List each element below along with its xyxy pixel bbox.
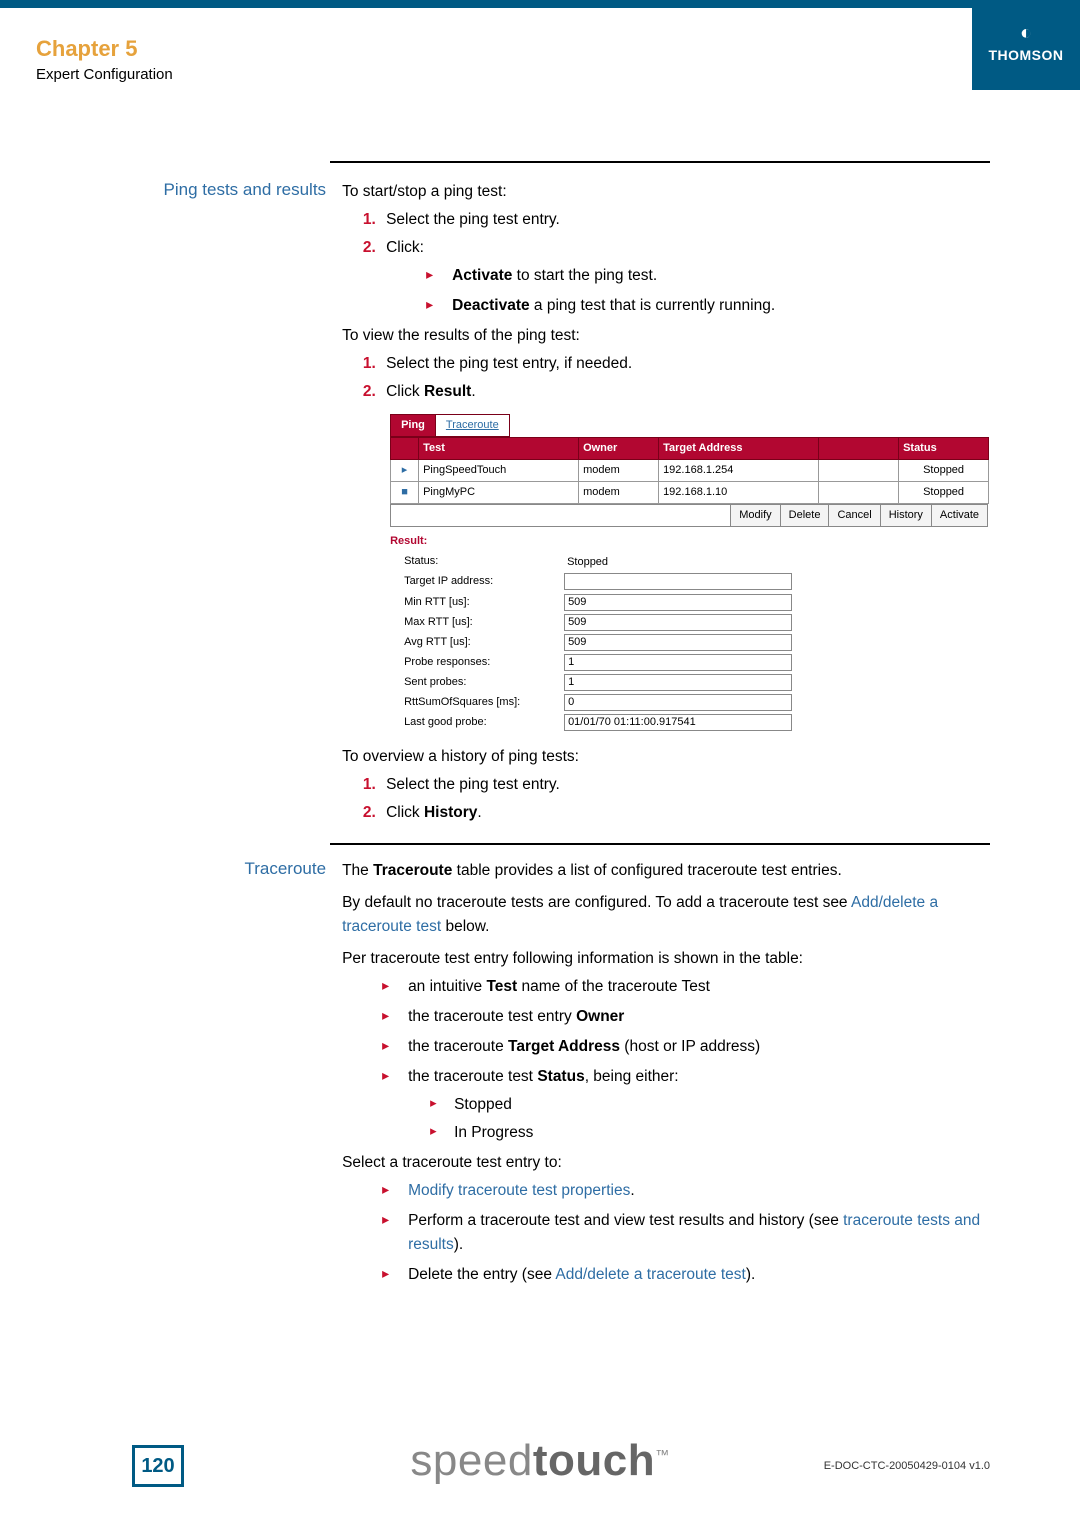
step-select-entry: Select the ping test entry. [380, 208, 990, 232]
input-last-probe[interactable] [564, 714, 792, 731]
action-modify: Modify traceroute test properties. [378, 1179, 990, 1203]
brand-name: THOMSON [972, 47, 1080, 63]
value-status [564, 554, 790, 569]
history-step-2: Click History. [380, 801, 990, 825]
cell-test: PingSpeedTouch [419, 460, 579, 482]
cell-target: 192.168.1.254 [659, 460, 819, 482]
row-select-icon[interactable]: ▸ [391, 460, 419, 482]
trace-para-1: The Traceroute table provides a list of … [342, 859, 990, 883]
col-owner: Owner [579, 438, 659, 460]
input-avg-rtt[interactable] [564, 634, 792, 651]
cell-target: 192.168.1.10 [659, 482, 819, 504]
section-label-traceroute: Traceroute [115, 859, 342, 1293]
cell-test: PingMyPC [419, 482, 579, 504]
link-modify-traceroute[interactable]: Modify traceroute test properties [408, 1182, 630, 1199]
input-rtt-sum[interactable] [564, 694, 792, 711]
label-avg-rtt: Avg RTT [us]: [404, 634, 564, 651]
cell-owner: modem [579, 482, 659, 504]
view-step-2: Click Result. [380, 380, 990, 404]
input-probe-responses[interactable] [564, 654, 792, 671]
cell-owner: modem [579, 460, 659, 482]
col-status: Status [899, 438, 989, 460]
ping-intro: To start/stop a ping test: [342, 180, 990, 204]
label-rtt-sum: RttSumOfSquares [ms]: [404, 694, 564, 711]
label-max-rtt: Max RTT [us]: [404, 614, 564, 631]
input-min-rtt[interactable] [564, 594, 792, 611]
cell-status: Stopped [899, 482, 989, 504]
trace-para-2: By default no traceroute tests are confi… [342, 891, 990, 939]
trace-info-target: the traceroute Target Address (host or I… [378, 1035, 990, 1059]
trace-select-intro: Select a traceroute test entry to: [342, 1151, 990, 1175]
section-divider [330, 843, 990, 845]
chapter-title: Chapter 5 [36, 36, 137, 62]
result-heading: Result: [390, 533, 988, 550]
label-min-rtt: Min RTT [us]: [404, 594, 564, 611]
status-stopped: Stopped [426, 1093, 990, 1117]
label-probe-responses: Probe responses: [404, 654, 564, 671]
history-intro: To overview a history of ping tests: [342, 745, 990, 769]
col-test: Test [419, 438, 579, 460]
action-perform: Perform a traceroute test and view test … [378, 1209, 990, 1257]
trace-info-owner: the traceroute test entry Owner [378, 1005, 990, 1029]
cell-spacer [819, 460, 899, 482]
top-border [0, 0, 1080, 8]
trace-info-status: the traceroute test Status, being either… [378, 1065, 990, 1145]
label-sent-probes: Sent probes: [404, 674, 564, 691]
cell-status: Stopped [899, 460, 989, 482]
label-last-probe: Last good probe: [404, 714, 564, 731]
col-select [391, 438, 419, 460]
section-divider [330, 161, 990, 163]
col-spacer [819, 438, 899, 460]
bullet-activate: Activate to start the ping test. [422, 264, 990, 288]
history-step-1: Select the ping test entry. [380, 773, 990, 797]
logo-icon: ◐ [972, 22, 1080, 45]
table-row[interactable]: ▸ PingSpeedTouch modem 192.168.1.254 Sto… [391, 460, 989, 482]
ping-test-table: Test Owner Target Address Status ▸ PingS… [390, 437, 989, 504]
action-delete: Delete the entry (see Add/delete a trace… [378, 1263, 990, 1287]
trace-info-test: an intuitive Test name of the traceroute… [378, 975, 990, 999]
table-row[interactable]: ■ PingMyPC modem 192.168.1.10 Stopped [391, 482, 989, 504]
history-button[interactable]: History [880, 505, 931, 526]
view-step-1: Select the ping test entry, if needed. [380, 352, 990, 376]
document-id: E-DOC-CTC-20050429-0104 v1.0 [824, 1460, 990, 1472]
delete-button[interactable]: Delete [780, 505, 829, 526]
bullet-deactivate: Deactivate a ping test that is currently… [422, 294, 990, 318]
input-sent-probes[interactable] [564, 674, 792, 691]
label-status: Status: [404, 553, 564, 570]
cell-spacer [819, 482, 899, 504]
section-label-ping: Ping tests and results [115, 180, 342, 829]
tab-traceroute[interactable]: Traceroute [435, 414, 510, 437]
status-inprogress: In Progress [426, 1121, 990, 1145]
activate-button[interactable]: Activate [931, 505, 987, 526]
input-target-ip[interactable] [564, 573, 792, 590]
tab-ping[interactable]: Ping [390, 414, 436, 437]
trace-para-3: Per traceroute test entry following info… [342, 947, 990, 971]
main-content: Ping tests and results To start/stop a p… [115, 180, 990, 1297]
modify-button[interactable]: Modify [730, 505, 779, 526]
input-max-rtt[interactable] [564, 614, 792, 631]
chapter-subtitle: Expert Configuration [36, 66, 173, 83]
cancel-button[interactable]: Cancel [828, 505, 879, 526]
step-click: Click: Activate to start the ping test. … [380, 236, 990, 318]
row-select-icon[interactable]: ■ [391, 482, 419, 504]
embedded-screenshot: Ping Traceroute Test Owner Target Addres… [390, 414, 988, 731]
view-results-intro: To view the results of the ping test: [342, 324, 990, 348]
brand-logo: ◐ THOMSON [972, 6, 1080, 90]
link-add-delete-traceroute-2[interactable]: Add/delete a traceroute test [555, 1266, 745, 1283]
label-target-ip: Target IP address: [404, 573, 564, 590]
col-target: Target Address [659, 438, 819, 460]
